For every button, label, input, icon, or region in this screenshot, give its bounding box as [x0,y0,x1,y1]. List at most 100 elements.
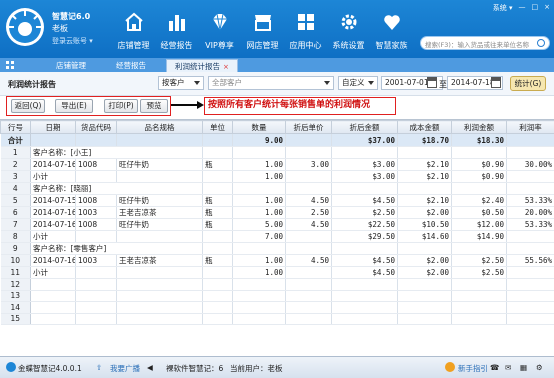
cell-rate [506,170,554,183]
calendar-icon[interactable] [427,77,437,88]
table-row[interactable]: 7 2014-07-16 1008 旺仔牛奶瓶 5.00 4.50 $22.50 $10.50… [0,218,554,231]
col-header[interactable]: 行号 [0,120,31,134]
cell-cost [397,278,452,291]
subtotal-row[interactable]: 8 小计 7.00 $29.50 $14.60 $14.90 [0,230,554,243]
nav-system-settings[interactable]: 系统设置 [327,8,370,54]
cell-profit: $2.50 [451,266,507,279]
cell-rate: 53.33% [506,194,554,207]
cell [75,133,117,147]
cell-profit [451,242,507,255]
group-header-row[interactable]: 9 客户名称：[零售客户] [0,242,554,255]
col-header[interactable]: 货品代码 [75,120,117,134]
row-number: 14 [0,301,31,314]
col-header[interactable]: 品名规格 [116,120,203,134]
col-header[interactable]: 利润金额 [451,120,507,134]
cell-date [30,301,76,314]
nav-store-management[interactable]: 店铺管理 [112,8,155,54]
settings-icon[interactable]: ⚙ [536,363,543,372]
subtotal-row[interactable]: 11 小计 1.00 $4.50 $2.00 $2.50 [0,266,554,279]
phone-icon[interactable]: ☎ [490,363,499,372]
upload-icon[interactable]: ⇧ [96,363,102,372]
nav-business-report[interactable]: 经营报告 [155,8,198,54]
cloud-login-link[interactable]: 登录云账号 ▾ [52,35,93,47]
col-header[interactable]: 利润率 [506,120,554,134]
cell [116,133,203,147]
chevron-down-icon [194,81,200,85]
period-select[interactable]: 自定义 [338,76,378,90]
table-row[interactable]: 5 2014-07-15 1008 旺仔牛奶瓶 1.00 4.50 $4.50 $2.10 $2… [0,194,554,207]
calculator-icon[interactable]: ▦ [520,363,527,372]
col-header[interactable]: 折后金额 [331,120,398,134]
col-header[interactable]: 数量 [232,120,286,134]
row-number: 1 [0,146,31,159]
app-logo-icon [6,8,44,46]
cell-qty: 1.00 [232,266,286,279]
search-icon[interactable] [537,39,545,47]
app-logo-icon [6,362,16,372]
nav-family[interactable]: 智慧家族 [370,8,413,54]
cell-unit [202,182,233,195]
cell-qty [232,242,286,255]
cell-qty: 1.00 [232,254,286,267]
table-row[interactable]: 10 2014-07-16 1003 王老吉凉茶瓶 1.00 4.50 $4.50 $2.00… [0,254,554,267]
cell-qty: 1.00 [232,170,286,183]
col-header[interactable]: 折后单价 [285,120,332,134]
broadcast-link[interactable]: 我要广播 [110,363,140,374]
annotation-callout: 按照所有客户统计每张销售单的利润情况 [204,97,396,115]
group-header-row[interactable]: 1 客户名称：[小王] [0,146,554,159]
close-button[interactable]: × [544,3,550,13]
tab-store-management[interactable]: 店铺管理 [48,59,94,72]
cell-amount: $3.00 [331,170,398,183]
cell-unit [202,266,233,279]
tab-business-report[interactable]: 经营报告 [108,59,154,72]
search-input[interactable]: 搜索(F3)：输入货品或往来单位名称 [420,36,550,50]
cell-price [285,266,332,279]
group-by-select[interactable]: 按客户 [158,76,204,90]
table-row[interactable]: 2 2014-07-16 1008 旺仔牛奶瓶 1.00 3.00 $3.00 $2.10 $0… [0,158,554,171]
table-header-row: 行号 日期 货品代码 品名规格 单位 数量 折后单价 折后金额 成本金额 利润金… [0,120,554,134]
cell-name: 旺仔牛奶 [116,194,203,207]
cell-rate [506,242,554,255]
grid-menu-icon[interactable] [6,61,14,69]
tab-profit-report[interactable]: 利润统计报告 × [166,59,238,72]
subtotal-row[interactable]: 3 小计 1.00 $3.00 $2.10 $0.90 [0,170,554,183]
empty-row[interactable]: 15 [0,313,554,325]
cell-code: 1008 [75,158,117,171]
empty-row[interactable]: 14 [0,301,554,314]
profit-table[interactable]: 行号 日期 货品代码 品名规格 单位 数量 折后单价 折后金额 成本金额 利润金… [0,119,554,355]
nav-label: VIP尊享 [205,41,234,50]
table-row[interactable]: 6 2014-07-16 1003 王老吉凉茶瓶 1.00 2.50 $2.50 $2.00 $… [0,206,554,219]
col-header[interactable]: 单位 [202,120,233,134]
nav-online-store[interactable]: 网店管理 [241,8,284,54]
cell-unit [202,170,233,183]
col-header[interactable]: 日期 [30,120,76,134]
mail-icon[interactable]: ✉ [505,363,511,372]
calendar-icon[interactable] [491,77,501,88]
total-row[interactable]: 合计 9.00 $37.00 $18.70 $18.30 [0,133,554,147]
cell-name: 旺仔牛奶 [116,158,203,171]
col-header[interactable]: 成本金额 [397,120,452,134]
cell-name: 王老吉凉茶 [116,206,203,219]
tab-close-icon[interactable]: × [223,63,229,71]
nav-app-center[interactable]: 应用中心 [284,8,327,54]
empty-row[interactable]: 12 [0,278,554,291]
stat-button[interactable]: 统计(G) [510,76,546,91]
maximize-button[interactable]: □ [532,3,539,13]
cell-rate [506,146,554,159]
current-user: 当前用户：老板 [230,364,283,373]
annotation-arrow-line [171,104,199,106]
customer-select[interactable]: 全部客户 [208,76,334,90]
empty-row[interactable]: 13 [0,290,554,302]
group-label: 客户名称：[小王] [30,146,203,159]
system-menu[interactable]: 系统 ▾ [493,3,513,13]
minimize-button[interactable]: — [519,3,526,13]
heart-icon [383,15,400,30]
group-header-row[interactable]: 4 客户名称：[晓丽] [0,182,554,195]
gear-icon [341,14,356,30]
help-link[interactable]: 新手指引 [458,363,488,374]
cell-amount: $4.50 [331,266,398,279]
cell-cost [397,182,452,195]
total-cost: $18.70 [397,133,452,147]
nav-vip[interactable]: VIP尊享 [198,8,241,54]
row-number: 9 [0,242,31,255]
